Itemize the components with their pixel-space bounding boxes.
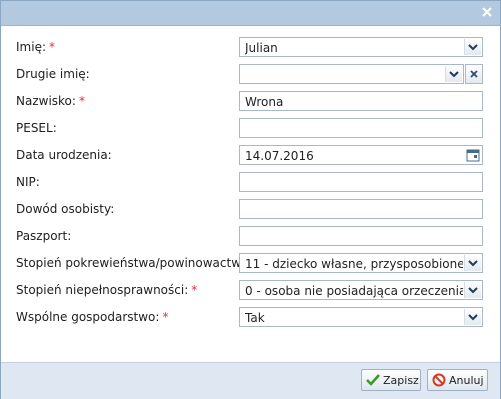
stopien-pokrewienstwa-select[interactable]: 11 - dziecko własne, przysposobione lub xyxy=(239,253,483,273)
row-data-urodzenia: Data urodzenia: 14.07.2016 xyxy=(1,145,500,167)
paszport-input[interactable] xyxy=(239,226,483,246)
required-marker: * xyxy=(78,94,85,108)
row-imie: Imię: * Julian xyxy=(1,37,500,59)
imie-select[interactable]: Julian xyxy=(239,37,483,57)
stopien-niepelnosprawnosci-value: 0 - osoba nie posiadająca orzeczenia o n… xyxy=(245,284,463,298)
dowod-input[interactable] xyxy=(239,199,483,219)
row-drugie-imie: Drugie imię: xyxy=(1,64,500,86)
cancel-icon xyxy=(432,373,446,387)
data-urodzenia-value: 14.07.2016 xyxy=(245,149,314,163)
dialog-footer: Zapisz Anuluj xyxy=(1,362,500,399)
row-pesel: PESEL: xyxy=(1,118,500,140)
row-wspolne-gospodarstwo: Wspólne gospodarstwo: * Tak xyxy=(1,307,500,329)
data-urodzenia-input[interactable]: 14.07.2016 xyxy=(239,145,483,165)
drugie-imie-select[interactable] xyxy=(239,64,464,84)
nip-input[interactable] xyxy=(239,172,483,192)
cancel-button[interactable]: Anuluj xyxy=(427,369,488,391)
stopien-pokrewienstwa-label: Stopień pokrewieństwa/powinowactwa:* xyxy=(16,256,261,270)
chevron-down-icon[interactable] xyxy=(464,255,481,271)
imie-value: Julian xyxy=(245,41,278,55)
stopien-niepelnosprawnosci-label: Stopień niepełnosprawności: * xyxy=(16,283,198,297)
drugie-imie-label: Drugie imię: xyxy=(16,67,90,81)
cancel-button-label: Anuluj xyxy=(449,374,484,387)
pesel-input[interactable] xyxy=(239,118,483,138)
dialog-titlebar xyxy=(1,1,500,26)
required-marker: * xyxy=(191,283,198,297)
chevron-down-icon[interactable] xyxy=(464,39,481,55)
save-button[interactable]: Zapisz xyxy=(361,369,421,391)
row-nazwisko: Nazwisko: * Wrona xyxy=(1,91,500,113)
row-stopien-niepelnosprawnosci: Stopień niepełnosprawności: * 0 - osoba n… xyxy=(1,280,500,302)
row-nip: NIP: xyxy=(1,172,500,194)
close-icon[interactable] xyxy=(480,5,494,19)
nip-label: NIP: xyxy=(16,175,40,189)
chevron-down-icon[interactable] xyxy=(464,309,481,325)
required-marker: * xyxy=(49,40,55,54)
calendar-icon[interactable] xyxy=(466,148,480,162)
stopien-pokrewienstwa-value: 11 - dziecko własne, przysposobione lub xyxy=(245,257,463,271)
nazwisko-input[interactable]: Wrona xyxy=(239,91,483,111)
data-urodzenia-label: Data urodzenia: xyxy=(16,148,112,162)
nazwisko-value: Wrona xyxy=(245,95,284,109)
chevron-down-icon[interactable] xyxy=(445,66,462,82)
required-marker: * xyxy=(162,310,169,324)
row-dowod: Dowód osobisty: xyxy=(1,199,500,221)
row-stopien-pokrewienstwa: Stopień pokrewieństwa/powinowactwa:* 11 … xyxy=(1,253,500,275)
dowod-label: Dowód osobisty: xyxy=(16,202,115,216)
clear-icon[interactable] xyxy=(465,64,483,84)
save-button-label: Zapisz xyxy=(383,374,419,387)
imie-label: Imię: * xyxy=(16,40,55,54)
nazwisko-label: Nazwisko: * xyxy=(16,94,85,108)
wspolne-gospodarstwo-select[interactable]: Tak xyxy=(239,307,483,327)
checkmark-icon xyxy=(366,373,380,387)
person-dialog: Imię: * Julian Drugie imię: Nazwisko: * Wr… xyxy=(0,0,501,399)
wspolne-gospodarstwo-value: Tak xyxy=(245,311,265,325)
pesel-label: PESEL: xyxy=(16,121,57,135)
paszport-label: Paszport: xyxy=(16,229,72,243)
wspolne-gospodarstwo-label: Wspólne gospodarstwo: * xyxy=(16,310,169,324)
chevron-down-icon[interactable] xyxy=(464,282,481,298)
stopien-niepelnosprawnosci-select[interactable]: 0 - osoba nie posiadająca orzeczenia o n… xyxy=(239,280,483,300)
person-form: Imię: * Julian Drugie imię: Nazwisko: * Wr… xyxy=(1,26,500,362)
row-paszport: Paszport: xyxy=(1,226,500,248)
